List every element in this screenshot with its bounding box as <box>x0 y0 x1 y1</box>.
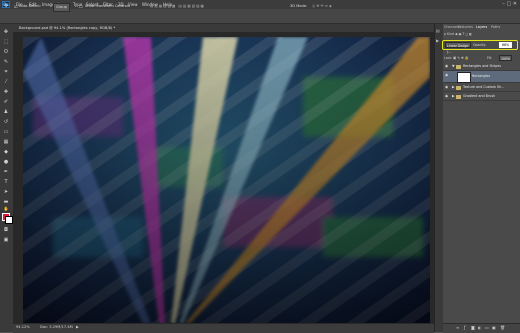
doc-size-info: Doc: 3.29M/17.4M <box>40 325 73 329</box>
document-canvas[interactable] <box>23 37 430 324</box>
move-tool-icon[interactable]: ✥ <box>2 28 10 36</box>
lock-icons[interactable]: ▣✎✥🔒 <box>453 55 470 61</box>
folder-icon <box>456 95 461 99</box>
folder-icon <box>456 86 461 90</box>
auto-select-dropdown[interactable]: Group <box>53 3 70 12</box>
filter-kind-row[interactable]: ρ Kind ◆ ▣ T ◻ ◧ <box>444 32 472 36</box>
folder-icon <box>456 65 461 69</box>
new-group-icon[interactable]: ▭ <box>485 324 489 331</box>
visibility-eye-icon[interactable]: ◉ <box>445 94 448 99</box>
gradient-tool-icon[interactable]: ▦ <box>2 138 10 146</box>
3d-mode-label: 3D Mode: <box>290 4 308 8</box>
vignette <box>23 37 430 324</box>
window-controls[interactable]: – □ ✕ <box>502 0 517 9</box>
auto-select-label: Auto-Select: <box>19 4 42 8</box>
visibility-eye-icon[interactable]: ◉ <box>445 64 448 69</box>
healing-brush-icon[interactable]: ✚ <box>2 88 10 96</box>
type-tool-icon[interactable]: T <box>2 178 10 186</box>
tab-paths[interactable]: Paths <box>491 24 500 31</box>
link-layers-icon[interactable]: ∞ <box>456 324 459 331</box>
fill-input[interactable]: 100% <box>499 55 512 61</box>
hand-tool-icon[interactable]: ✋ <box>2 205 10 213</box>
align-icons[interactable]: ▤▥▦▧▨▩ ▤▥▦▧▨▩ <box>150 3 205 10</box>
layer-group-row[interactable]: ◉ ▼ Rectangles and Stripes <box>443 62 520 71</box>
layer-thumbnail <box>457 72 471 83</box>
zoom-level[interactable]: 94.12% <box>16 324 30 331</box>
eraser-tool-icon[interactable]: ▭ <box>2 128 10 136</box>
clone-stamp-icon[interactable]: ♟ <box>2 108 10 116</box>
fx-icon[interactable]: ƒ <box>464 324 465 331</box>
layer-group-row[interactable]: ◉ ▶ Gradient and Brush <box>443 92 520 101</box>
fill-label: Fill: <box>487 56 493 60</box>
marquee-tool-icon[interactable]: ⬚ <box>2 38 10 46</box>
move-tool-icon[interactable]: ✥ <box>4 3 8 10</box>
options-bar <box>0 9 520 24</box>
checkbox-icon[interactable]: ☑ <box>14 3 18 10</box>
chevron-right-icon[interactable]: ▶ <box>452 85 455 90</box>
chevron-down-icon[interactable]: ▼ <box>452 64 455 69</box>
adjustment-layer-icon[interactable]: ◐ <box>478 324 482 331</box>
add-mask-icon[interactable]: ◙ <box>471 324 475 331</box>
pen-tool-icon[interactable]: ✒ <box>2 168 10 176</box>
screen-mode-icon[interactable]: ▣ <box>2 236 10 244</box>
layer-name: Gradient and Brush <box>463 94 496 98</box>
quick-mask-icon[interactable]: ◘ <box>2 226 10 234</box>
eyedropper-icon[interactable]: ⁄ <box>2 78 10 86</box>
brush-tool-icon[interactable]: ✐ <box>2 98 10 106</box>
lasso-tool-icon[interactable]: ʘ <box>2 48 10 56</box>
layer-name: Rectangles and Stripes <box>463 64 501 68</box>
chevron-right-icon[interactable]: ▶ <box>452 94 455 99</box>
layer-group-row[interactable]: ◉ ▶ Texture and Custom Sh... <box>443 83 520 92</box>
annotation-highlight <box>442 40 518 50</box>
tab-layers[interactable]: Layers <box>476 24 487 31</box>
quick-select-icon[interactable]: ✎ <box>2 58 10 66</box>
tab-histories[interactable]: Histories <box>458 24 473 31</box>
history-brush-icon[interactable]: ↺ <box>2 118 10 126</box>
background-color-swatch[interactable] <box>5 216 13 224</box>
layer-name: Texture and Custom Sh... <box>463 85 505 89</box>
crop-tool-icon[interactable]: ⌗ <box>2 68 10 76</box>
visibility-eye-icon[interactable]: ◉ <box>445 85 448 90</box>
checkbox-icon[interactable]: ☐ <box>79 3 83 10</box>
dodge-tool-icon[interactable]: ● <box>2 158 10 166</box>
status-arrow-icon[interactable]: ▶ <box>76 324 79 331</box>
trash-icon[interactable]: 🗑 <box>500 324 505 331</box>
document-title: Background.psd @ 94.1% (Rectangles copy,… <box>19 26 116 30</box>
3d-mode-icons[interactable]: ◎✥✣⇔◈ <box>312 3 333 10</box>
show-transform-label: Show Transform Controls <box>85 4 130 8</box>
new-layer-icon[interactable]: ▣ <box>492 324 496 331</box>
lock-label: Lock: <box>444 56 453 60</box>
visibility-eye-icon[interactable]: ◉ <box>445 73 448 78</box>
layer-row-selected[interactable]: ◉ Rectangles <box>443 71 520 83</box>
history-icon[interactable]: ▤ <box>436 28 440 33</box>
layer-name: Rectangles <box>472 74 491 78</box>
actions-icon[interactable]: ▶ <box>436 38 439 43</box>
blur-tool-icon[interactable]: ◆ <box>2 148 10 156</box>
path-select-icon[interactable]: ➤ <box>2 188 10 196</box>
